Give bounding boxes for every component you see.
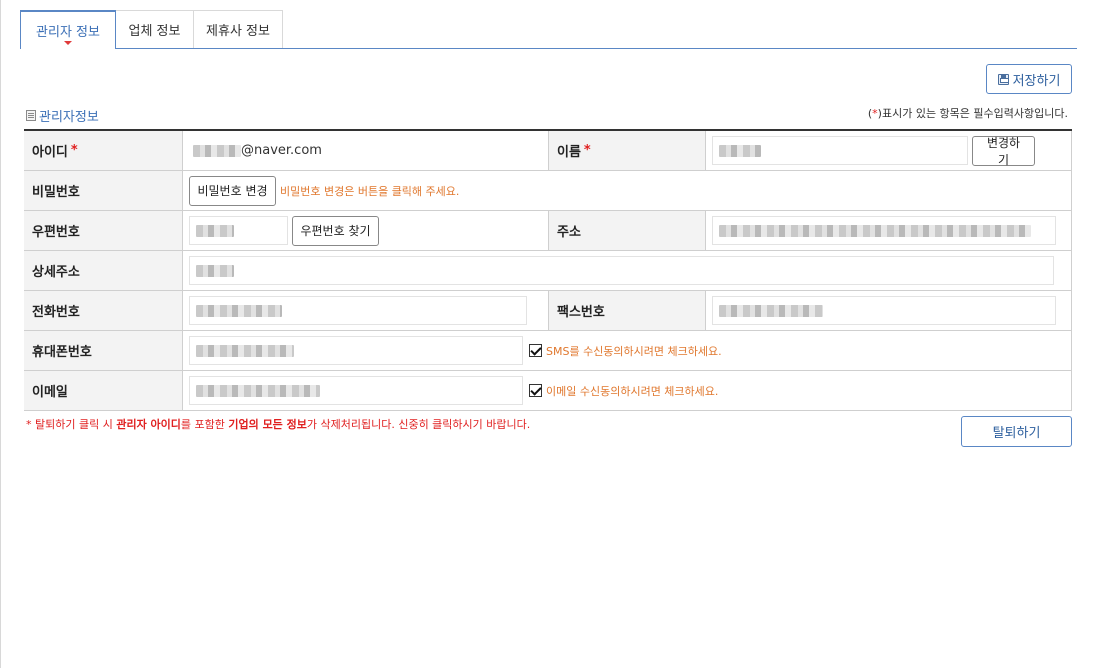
- left-border: [0, 0, 1, 668]
- form-row-id-name: 아이디 * @naver.com 이름 * 변경하기: [24, 131, 1072, 171]
- tab-admin-info[interactable]: 관리자 정보: [20, 10, 116, 49]
- address-value: [706, 211, 1072, 250]
- tab-label: 제휴사 정보: [206, 24, 270, 39]
- id-domain: @naver.com: [241, 143, 322, 158]
- fax-label: 팩스번호: [549, 291, 706, 330]
- form-row-zip-address: 우편번호 우편번호 찾기 주소: [24, 211, 1072, 251]
- address-detail-label: 상세주소: [24, 251, 183, 290]
- masked-id: [193, 144, 241, 157]
- required-note: (*)표시가 있는 항목은 필수입력사항입니다.: [868, 105, 1068, 121]
- warning-text: 탈퇴하기 클릭 시: [31, 418, 117, 431]
- masked-phone: [196, 304, 282, 317]
- id-text: @naver.com: [189, 143, 322, 158]
- phone-label: 전화번호: [24, 291, 183, 330]
- address-input[interactable]: [712, 216, 1056, 245]
- form-row-password: 비밀번호 비밀번호 변경 비밀번호 변경은 버튼을 클릭해 주세요.: [24, 171, 1072, 211]
- password-change-button[interactable]: 비밀번호 변경: [189, 175, 276, 206]
- email-consent-checkbox[interactable]: [529, 384, 542, 397]
- section-title: 관리자정보: [26, 106, 99, 125]
- phone-input[interactable]: [189, 296, 527, 325]
- form-row-mobile: 휴대폰번호 SMS를 수신동의하시려면 체크하세요.: [24, 331, 1072, 371]
- password-hint: 비밀번호 변경은 버튼을 클릭해 주세요.: [280, 184, 460, 198]
- find-zipcode-button[interactable]: 우편번호 찾기: [292, 215, 379, 246]
- tab-bar: 관리자 정보 업체 정보 제휴사 정보: [20, 10, 283, 49]
- masked-address-detail: [196, 264, 234, 277]
- form-row-phone-fax: 전화번호 팩스번호: [24, 291, 1072, 331]
- sms-consent-checkbox[interactable]: [529, 344, 542, 357]
- zipcode-label: 우편번호: [24, 211, 183, 250]
- masked-name: [719, 144, 761, 157]
- address-detail-value: [183, 251, 1072, 290]
- tab-company-info[interactable]: 업체 정보: [115, 10, 194, 48]
- form-row-address-detail: 상세주소: [24, 251, 1072, 291]
- name-value: 변경하기: [706, 131, 1072, 170]
- tab-partner-info[interactable]: 제휴사 정보: [193, 10, 283, 48]
- warning-bold-all-info: 기업의 모든 정보: [228, 418, 307, 431]
- mobile-value: SMS를 수신동의하시려면 체크하세요.: [183, 331, 1072, 370]
- sms-consent-hint: SMS를 수신동의하시려면 체크하세요.: [546, 344, 722, 358]
- document-icon: [26, 110, 36, 121]
- zipcode-value: 우편번호 찾기: [183, 211, 549, 250]
- form-row-email: 이메일 이메일 수신동의하시려면 체크하세요.: [24, 371, 1072, 411]
- mobile-label: 휴대폰번호: [24, 331, 183, 370]
- mobile-input[interactable]: [189, 336, 523, 365]
- required-mark: *: [70, 143, 78, 158]
- required-mark: *: [583, 143, 591, 158]
- zipcode-input[interactable]: [189, 216, 288, 245]
- password-label: 비밀번호: [24, 171, 183, 210]
- floppy-disk-icon: [997, 73, 1009, 85]
- tab-label: 관리자 정보: [36, 25, 100, 40]
- id-value: @naver.com: [183, 131, 549, 170]
- masked-fax: [719, 304, 823, 317]
- email-label: 이메일: [24, 371, 183, 410]
- tab-underline: [20, 48, 1077, 49]
- password-value: 비밀번호 변경 비밀번호 변경은 버튼을 클릭해 주세요.: [183, 171, 1072, 210]
- phone-value: [183, 291, 549, 330]
- masked-mobile: [196, 344, 294, 357]
- fax-value: [706, 291, 1072, 330]
- address-detail-input[interactable]: [189, 256, 1054, 285]
- email-value: 이메일 수신동의하시려면 체크하세요.: [183, 371, 1072, 410]
- masked-address: [719, 224, 1031, 237]
- save-button-label: 저장하기: [1012, 73, 1061, 89]
- required-note-text: )표시가 있는 항목은 필수입력사항입니다.: [877, 107, 1068, 120]
- name-input[interactable]: [712, 136, 968, 165]
- fax-input[interactable]: [712, 296, 1056, 325]
- tab-label: 업체 정보: [128, 24, 181, 39]
- admin-info-form: 아이디 * @naver.com 이름 * 변경하기 비밀번호 비밀번호 변경 비밀…: [24, 129, 1072, 411]
- warning-text: 가 삭제처리됩니다. 신중히 클릭하시기 바랍니다.: [306, 418, 531, 431]
- warning-text: 를 포함한: [180, 418, 229, 431]
- id-label: 아이디 *: [24, 131, 183, 170]
- masked-zipcode: [196, 224, 234, 237]
- section-title-text: 관리자정보: [39, 110, 99, 125]
- name-change-button[interactable]: 변경하기: [972, 135, 1035, 167]
- active-caret-icon: [64, 41, 72, 45]
- withdraw-warning: * 탈퇴하기 클릭 시 관리자 아이디를 포함한 기업의 모든 정보가 삭제처리…: [26, 416, 530, 432]
- save-button[interactable]: 저장하기: [986, 64, 1072, 94]
- masked-email: [196, 384, 320, 397]
- email-consent-hint: 이메일 수신동의하시려면 체크하세요.: [546, 384, 719, 398]
- address-label: 주소: [549, 211, 706, 250]
- withdraw-button[interactable]: 탈퇴하기: [961, 416, 1072, 447]
- name-label: 이름 *: [549, 131, 706, 170]
- warning-bold-admin-id: 관리자 아이디: [116, 418, 181, 431]
- email-input[interactable]: [189, 376, 523, 405]
